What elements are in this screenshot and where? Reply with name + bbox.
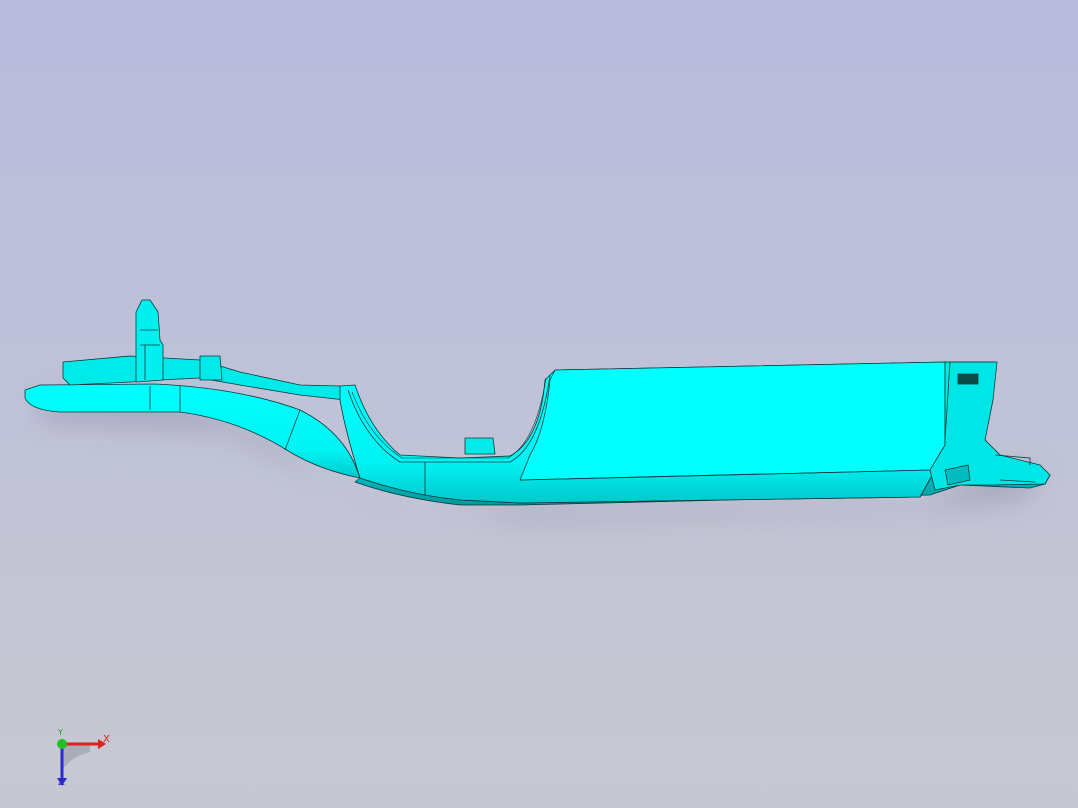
clip-tower (135, 299, 164, 383)
cad-viewport[interactable]: X Y Z (0, 0, 1078, 808)
y-axis-label: Y (58, 728, 63, 737)
right-housing-top (519, 361, 946, 481)
axis-triad: X Y Z (40, 726, 120, 796)
part-model[interactable] (0, 0, 1078, 808)
wall-tab (199, 355, 223, 381)
y-axis-dot (57, 739, 67, 749)
z-axis-label: Z (58, 777, 65, 788)
part-body[interactable] (24, 299, 1051, 506)
x-axis-label: X (103, 734, 110, 745)
channel-tab (464, 437, 496, 455)
endcap-slot (957, 373, 979, 385)
left-flange (24, 383, 361, 479)
